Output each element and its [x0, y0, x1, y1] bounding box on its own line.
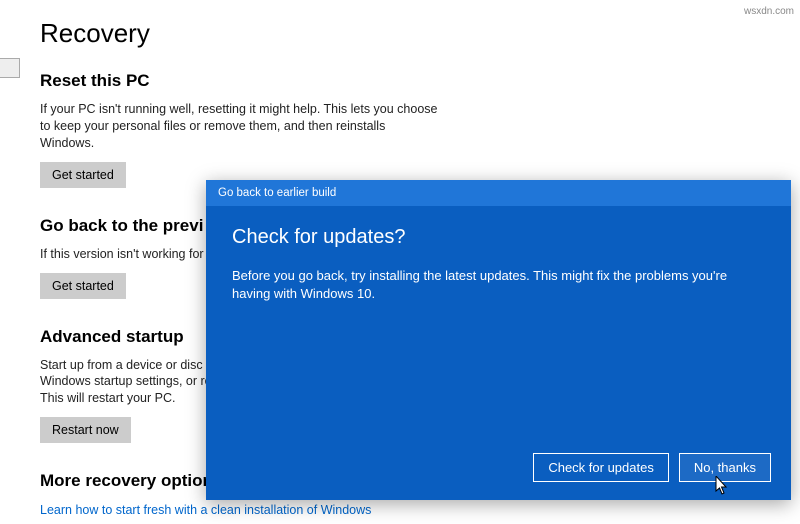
dialog-button-row: Check for updates No, thanks [533, 453, 771, 482]
left-edge-badge [0, 58, 20, 78]
no-thanks-button[interactable]: No, thanks [679, 453, 771, 482]
go-back-get-started-button[interactable]: Get started [40, 273, 126, 299]
reset-get-started-button[interactable]: Get started [40, 162, 126, 188]
go-back-dialog: Go back to earlier build Check for updat… [206, 180, 791, 500]
reset-body: If your PC isn't running well, resetting… [40, 101, 440, 152]
page-title: Recovery [40, 18, 800, 49]
dialog-heading: Check for updates? [232, 226, 765, 249]
reset-title: Reset this PC [40, 71, 800, 91]
recovery-settings-page: Recovery Reset this PC If your PC isn't … [0, 0, 800, 524]
watermark-text: wsxdn.com [744, 6, 794, 17]
check-for-updates-button[interactable]: Check for updates [533, 453, 669, 482]
section-reset-this-pc: Reset this PC If your PC isn't running w… [40, 71, 800, 188]
dialog-text: Before you go back, try installing the l… [232, 267, 752, 303]
dialog-body: Check for updates? Before you go back, t… [206, 206, 791, 303]
clean-install-link[interactable]: Learn how to start fresh with a clean in… [40, 503, 371, 517]
restart-now-button[interactable]: Restart now [40, 417, 131, 443]
dialog-titlebar: Go back to earlier build [206, 180, 791, 206]
